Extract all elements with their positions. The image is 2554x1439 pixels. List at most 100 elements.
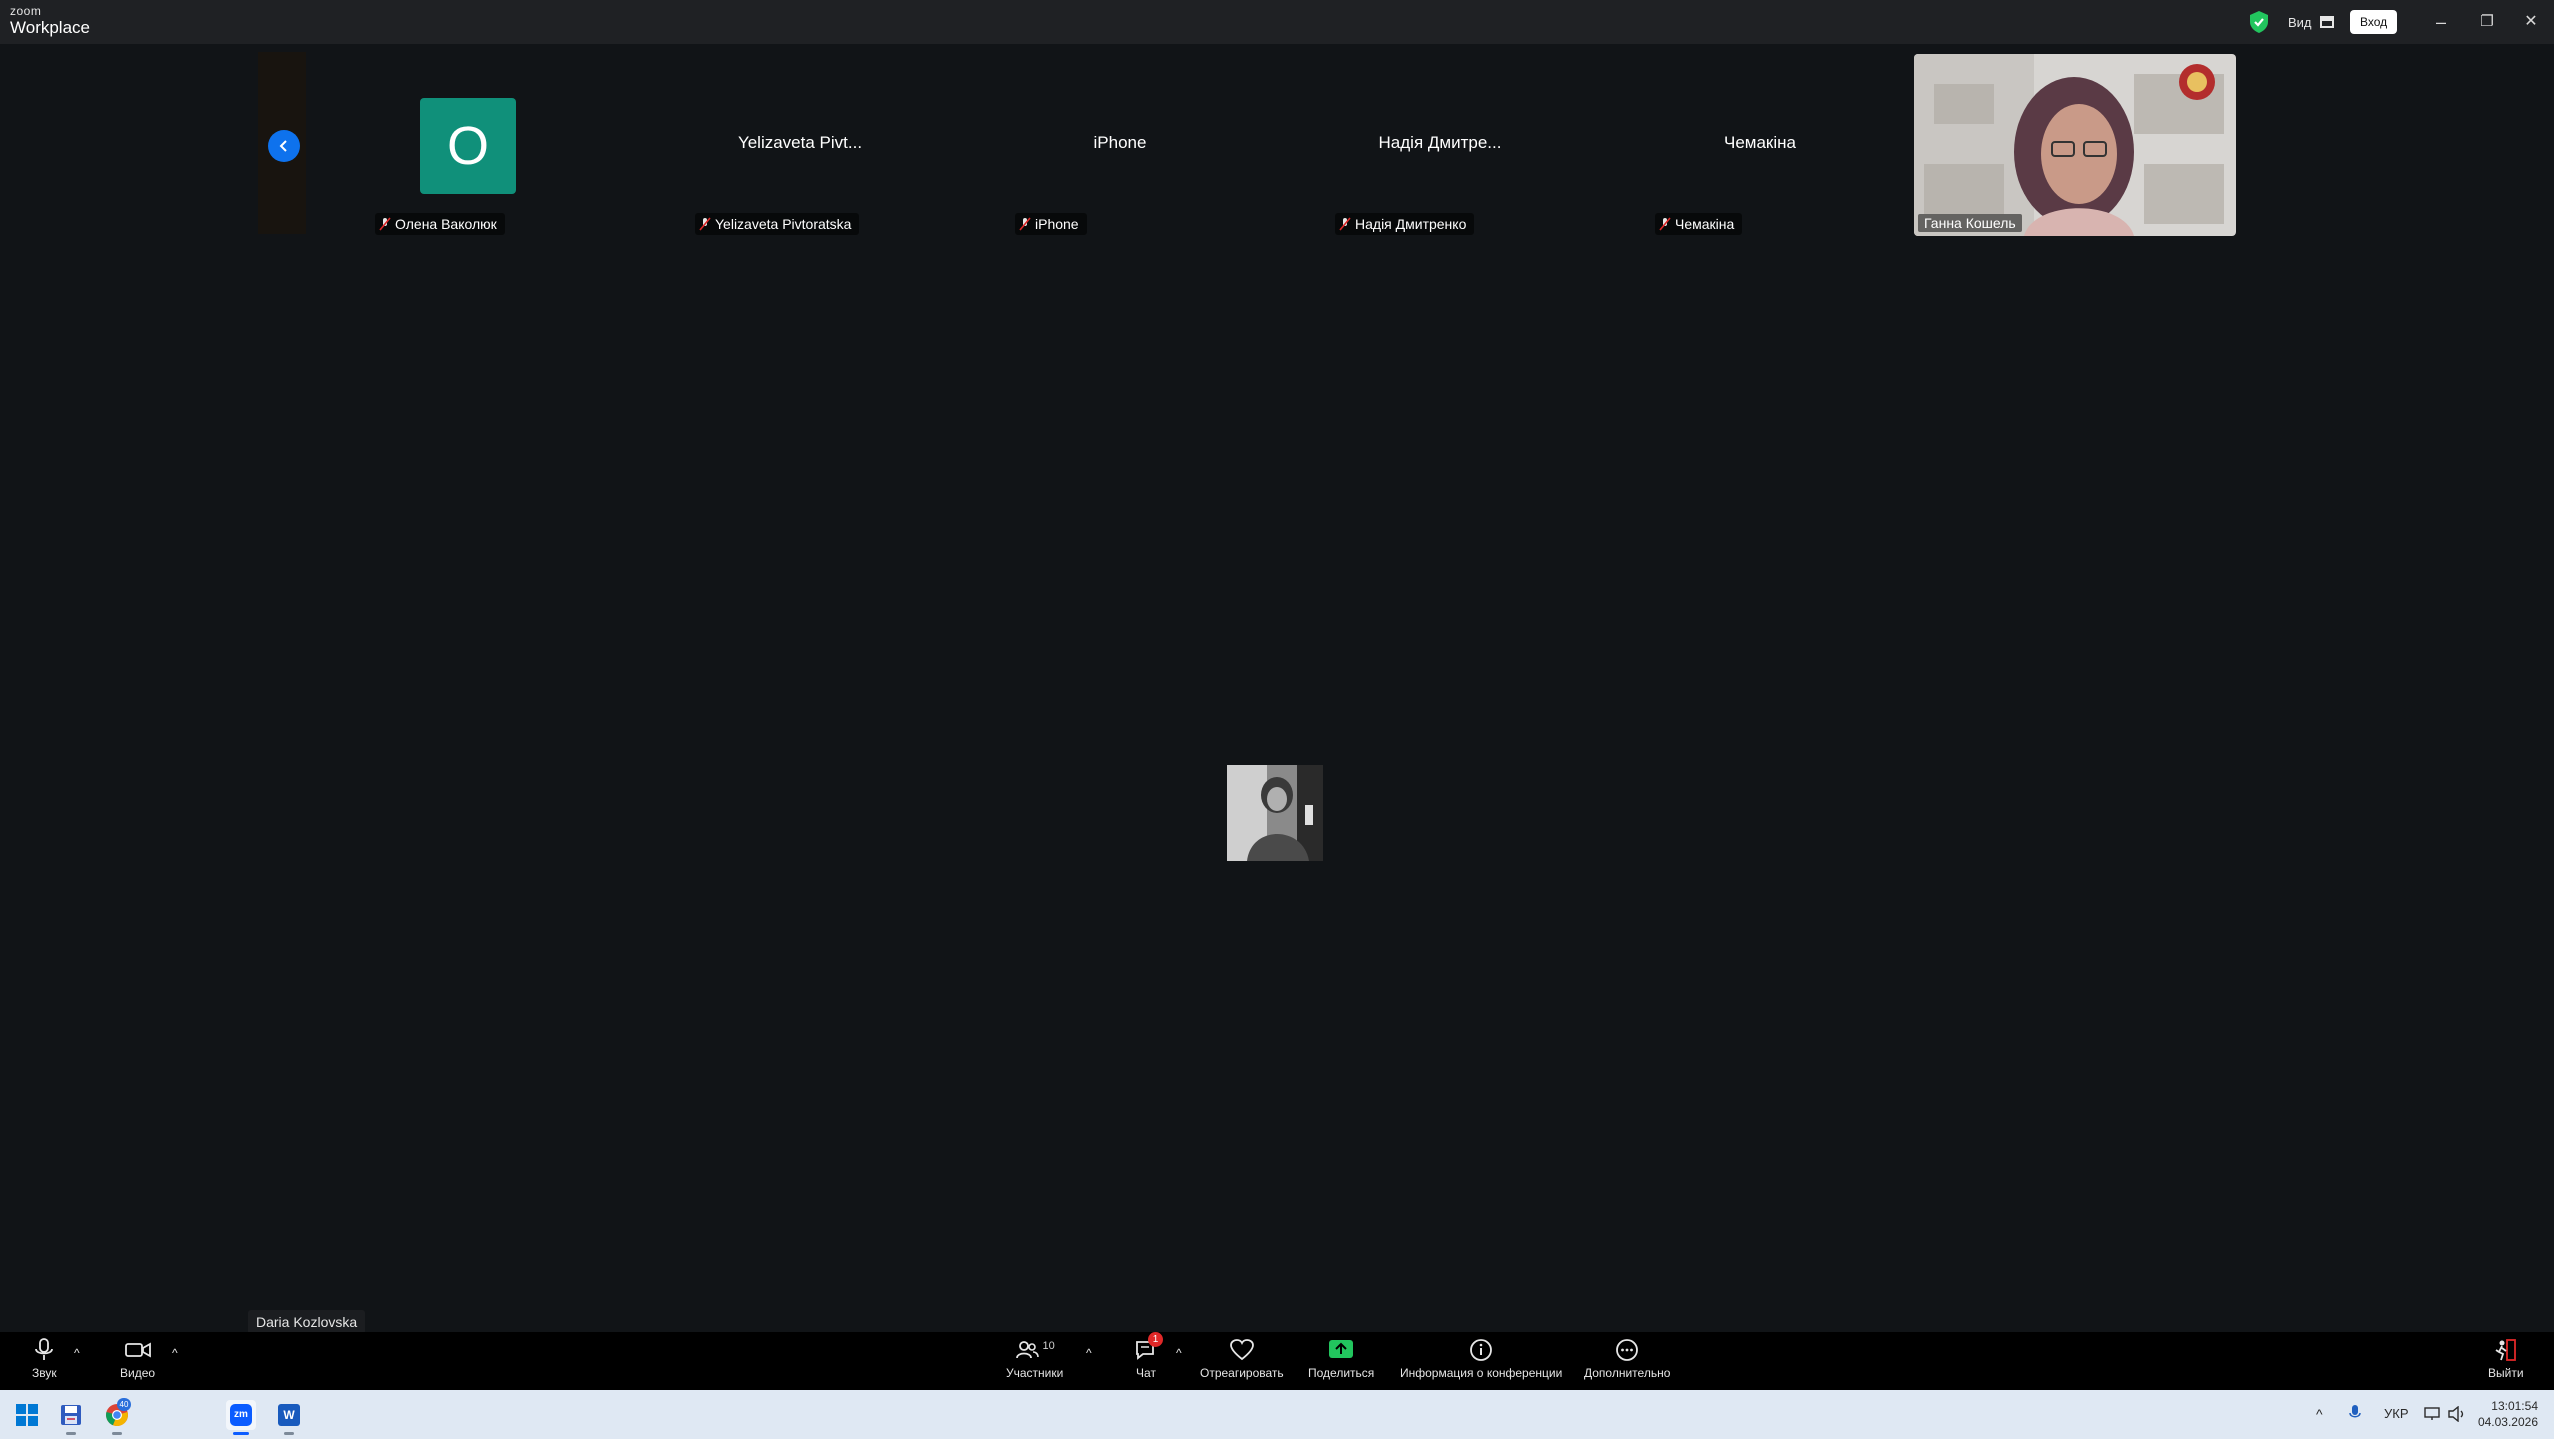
zoom-app-icon: zm (230, 1404, 252, 1426)
video-button[interactable]: Видео (120, 1338, 155, 1386)
encryption-shield-icon[interactable] (2248, 10, 2270, 34)
participant-tile[interactable]: Yelizaveta Pivt... Yelizaveta Pivtoratsk… (640, 54, 960, 235)
participant-tile[interactable]: Надія Дмитре... Надія Дмитренко (1280, 54, 1600, 235)
meeting-info-label: Информация о конференции (1400, 1366, 1563, 1380)
tray-microphone-icon[interactable] (2348, 1404, 2362, 1422)
chrome-notification-badge: 40 (117, 1398, 131, 1411)
participant-name: iPhone (1035, 216, 1079, 232)
share-button[interactable]: Поделиться (1308, 1338, 1374, 1386)
share-screen-icon (1329, 1340, 1354, 1358)
participants-button[interactable]: 10 Участники (1006, 1338, 1063, 1386)
participant-name: Чемакіна (1675, 216, 1735, 232)
leave-label: Выйти (2488, 1366, 2524, 1380)
video-label: Видео (120, 1366, 156, 1380)
taskbar-app-zoom[interactable]: zm (226, 1400, 256, 1430)
minimize-button[interactable]: – (2426, 8, 2456, 36)
chat-options-caret[interactable]: ^ (1176, 1346, 1182, 1360)
audio-options-caret[interactable]: ^ (74, 1346, 80, 1360)
info-icon (1470, 1339, 1493, 1361)
more-label: Дополнительно (1584, 1366, 1671, 1380)
participants-count: 10 (1042, 1340, 1055, 1352)
active-speaker-label: Daria Kozlovska (248, 1310, 366, 1334)
mic-muted-icon (1659, 217, 1671, 231)
taskbar-active-indicator (233, 1432, 249, 1435)
participant-name: Надія Дмитренко (1355, 216, 1467, 232)
active-speaker-avatar (1227, 765, 1323, 861)
taskbar-running-indicator (284, 1432, 294, 1435)
participant-avatar: О (420, 98, 516, 194)
tray-time: 13:01:54 (2491, 1399, 2538, 1413)
taskbar-app-word[interactable]: W (274, 1400, 304, 1430)
brand-large: Workplace (10, 18, 90, 37)
participant-name-label: iPhone (1015, 213, 1087, 235)
tray-clock[interactable]: 13:01:54 04.03.2026 (2476, 1398, 2538, 1430)
taskbar-running-indicator (66, 1432, 76, 1435)
audio-button[interactable]: Звук (32, 1338, 57, 1386)
video-camera-icon (124, 1342, 151, 1358)
participant-display-name: Чемакіна (1724, 133, 1796, 152)
tray-volume-icon[interactable] (2448, 1406, 2466, 1422)
share-label: Поделиться (1308, 1366, 1375, 1380)
word-app-icon: W (278, 1404, 300, 1426)
microphone-icon (35, 1338, 54, 1360)
participant-name-label: Чемакіна (1655, 213, 1743, 235)
video-options-caret[interactable]: ^ (172, 1346, 178, 1360)
participant-display-name: Надія Дмитре... (1378, 133, 1502, 152)
brand-small: zoom (10, 4, 42, 18)
strip-prev-button[interactable] (268, 130, 300, 162)
chat-unread-badge: 1 (1148, 1332, 1163, 1347)
more-options-icon (1616, 1339, 1639, 1361)
tray-network-icon[interactable] (2424, 1406, 2442, 1422)
view-button[interactable]: Вид (2288, 11, 2334, 33)
windows-logo-icon (16, 1404, 38, 1426)
participants-options-caret[interactable]: ^ (1086, 1346, 1092, 1360)
leave-button[interactable]: Выйти (2488, 1338, 2524, 1386)
participant-display-name: Yelizaveta Pivt... (737, 133, 863, 152)
participant-tile[interactable]: Чемакіна Чемакіна (1600, 54, 1920, 235)
grid-view-icon (2319, 16, 2334, 28)
video-tile-label: Ганна Кошель (1918, 214, 2022, 232)
heart-icon (1229, 1339, 1254, 1361)
app-logo: zoom Workplace (10, 5, 90, 36)
floppy-disk-icon (61, 1405, 81, 1425)
participants-label: Участники (1006, 1366, 1064, 1380)
chat-label: Чат (1136, 1366, 1156, 1380)
participant-display-name: iPhone (1093, 133, 1147, 152)
chevron-left-icon (279, 140, 287, 152)
profile-photo (1227, 765, 1323, 861)
mic-muted-icon (699, 217, 711, 231)
participant-name: Yelizaveta Pivtoratska (715, 216, 852, 232)
participant-name-label: Олена Ваколюк (375, 213, 505, 235)
windows-start-button[interactable] (12, 1400, 42, 1430)
participant-tile[interactable]: О Олена Ваколюк (320, 54, 640, 235)
participant-name-label: Yelizaveta Pivtoratska (695, 213, 860, 235)
participant-name: Олена Ваколюк (395, 216, 497, 232)
view-label: Вид (2288, 14, 2312, 30)
taskbar-running-indicator (112, 1432, 122, 1435)
signin-button[interactable]: Вход (2350, 10, 2398, 34)
title-bar (0, 0, 2554, 44)
participant-tile[interactable]: iPhone iPhone (960, 54, 1280, 235)
mic-muted-icon (1339, 217, 1351, 231)
participant-video-feed (1914, 54, 2236, 236)
taskbar-app-chrome[interactable]: 40 (102, 1398, 132, 1430)
video-tile[interactable]: Ганна Кошель (1914, 54, 2236, 236)
taskbar-app-save[interactable] (56, 1400, 86, 1430)
more-button[interactable]: Дополнительно (1584, 1338, 1670, 1386)
meeting-info-button[interactable]: Информация о конференции (1400, 1338, 1562, 1386)
windows-taskbar (0, 1390, 2554, 1439)
chat-button[interactable]: 1 Чат (1134, 1332, 1163, 1386)
restore-button[interactable]: ❐ (2472, 8, 2502, 36)
leave-meeting-icon (2495, 1339, 2516, 1361)
tray-language-indicator[interactable]: УКР (2384, 1406, 2409, 1421)
participants-icon (1015, 1341, 1039, 1359)
react-label: Отреагировать (1200, 1366, 1284, 1380)
tray-date: 04.03.2026 (2477, 1415, 2538, 1429)
mic-muted-icon (379, 217, 391, 231)
mic-muted-icon (1019, 217, 1031, 231)
audio-label: Звук (32, 1366, 57, 1380)
participant-name-label: Надія Дмитренко (1335, 213, 1475, 235)
tray-overflow-chevron-icon[interactable]: ^ (2316, 1406, 2323, 1422)
react-button[interactable]: Отреагировать (1200, 1338, 1284, 1386)
close-button[interactable]: ✕ (2516, 8, 2546, 36)
